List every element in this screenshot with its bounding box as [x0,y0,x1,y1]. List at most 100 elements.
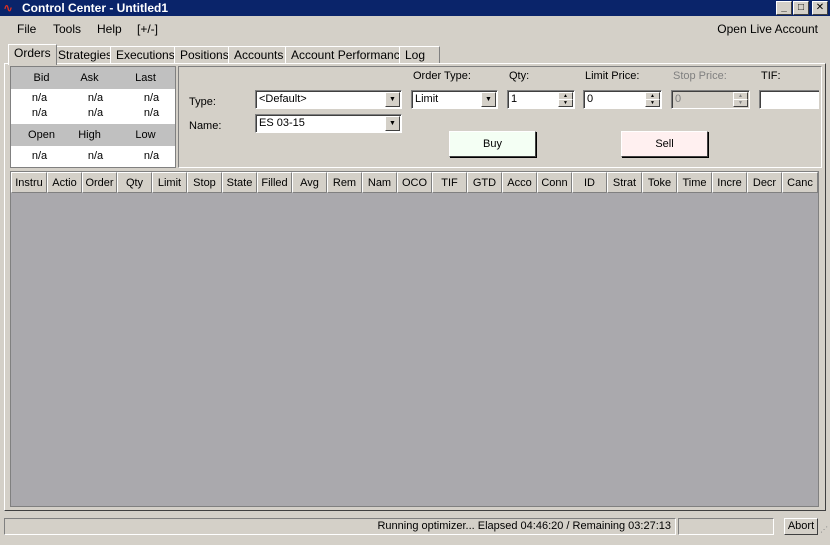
quote-header-bid-ask-last: Bid Ask Last [11,67,175,89]
col-action[interactable]: Actio [47,172,82,193]
title-bar[interactable]: ∿ Control Center - Untitled1 _ □ ✕ [0,0,830,16]
col-increase[interactable]: Incre [712,172,747,193]
quote-values-row: n/a n/a n/a [11,150,175,164]
spin-down-icon[interactable]: ▼ [645,99,660,107]
ask-value: n/a [87,92,104,104]
type-combo[interactable]: <Default> ▼ [255,90,402,109]
col-qty[interactable]: Qty [117,172,152,193]
open-live-account-link[interactable]: Open Live Account [717,22,818,36]
tab-orders[interactable]: Orders [8,44,57,65]
col-id[interactable]: ID [572,172,607,193]
stop-price-value: 0 [675,93,682,105]
col-order-type[interactable]: Order [82,172,117,193]
limit-price-stepper[interactable]: 0 ▲ ▼ [583,90,662,109]
menu-help[interactable]: Help [97,22,122,36]
limit-price-value: 0 [587,93,594,105]
limit-price-spin[interactable]: ▲ ▼ [645,92,660,107]
maximize-button[interactable]: □ [793,1,809,15]
close-button[interactable]: ✕ [812,1,828,15]
resize-grip-icon[interactable]: ⋰ [820,526,828,534]
menu-bar: File Tools Help [+/-] Open Live Account [0,18,830,40]
tif-label: TIF: [761,70,781,82]
quote-header-open-high-low: Open High Low [11,124,175,146]
qty-value: 1 [511,93,518,105]
market-quote-box: Bid Ask Last n/a n/a n/a n/a n/a n/a Ope… [10,66,176,168]
col-decrease[interactable]: Decr [747,172,782,193]
col-limit[interactable]: Limit [152,172,187,193]
tab-strategies[interactable]: Strategies [52,46,119,64]
type-value: <Default> [259,93,307,105]
tab-positions[interactable]: Positions [174,46,235,64]
sell-button[interactable]: Sell [621,131,708,157]
buy-button[interactable]: Buy [449,131,536,157]
abort-button[interactable]: Abort [784,518,818,535]
col-cancel[interactable]: Canc [782,172,818,193]
col-instrument[interactable]: Instru [11,172,47,193]
col-remaining[interactable]: Rem [327,172,362,193]
col-token[interactable]: Toke [642,172,677,193]
minimize-button[interactable]: _ [776,1,792,15]
menu-tools[interactable]: Tools [53,22,81,36]
col-name[interactable]: Nam [362,172,397,193]
status-bar: Running optimizer... Elapsed 04:46:20 / … [0,516,830,538]
col-filled[interactable]: Filled [257,172,292,193]
tab-executions[interactable]: Executions [110,46,181,64]
control-center-window: ∿ Control Center - Untitled1 _ □ ✕ File … [0,0,830,545]
order-type-combo[interactable]: Limit ▼ [411,90,498,109]
ninja-logo-icon: ∿ [3,1,14,15]
stop-price-label: Stop Price: [673,70,727,82]
low-value: n/a [143,150,160,162]
bid-size-value: n/a [31,107,48,119]
ask-header: Ask [80,72,99,84]
quote-values-row: n/a n/a n/a [11,107,175,121]
bid-header: Bid [33,72,50,84]
status-panel-empty [678,518,774,535]
col-stop[interactable]: Stop [187,172,222,193]
qty-stepper[interactable]: 1 ▲ ▼ [507,90,575,109]
order-type-value: Limit [415,93,439,105]
col-strategy[interactable]: Strat [607,172,642,193]
high-value: n/a [87,150,104,162]
qty-spin[interactable]: ▲ ▼ [558,92,573,107]
window-title: Control Center - Untitled1 [22,1,168,15]
tab-account-performance[interactable]: Account Performance [285,46,413,64]
open-header: Open [28,129,55,141]
col-oco[interactable]: OCO [397,172,432,193]
type-label: Type: [189,96,216,108]
col-tif[interactable]: TIF [432,172,467,193]
chevron-down-icon[interactable]: ▼ [481,92,496,107]
col-avg[interactable]: Avg [292,172,327,193]
spin-down-icon[interactable]: ▼ [558,99,573,107]
bid-value: n/a [31,92,48,104]
stop-price-spin: ▲ ▼ [733,92,748,107]
tab-strip: Orders Strategies Executions Positions A… [4,44,824,65]
order-type-label: Order Type: [413,70,471,82]
tif-combo[interactable] [759,90,819,109]
col-gtd[interactable]: GTD [467,172,502,193]
spin-down-icon: ▼ [733,99,748,107]
stop-price-stepper: 0 ▲ ▼ [671,90,750,109]
menu-toggle[interactable]: [+/-] [137,22,158,36]
ask-size-value: n/a [87,107,104,119]
col-connection[interactable]: Conn [537,172,572,193]
tab-accounts[interactable]: Accounts [228,46,290,64]
high-header: High [78,129,101,141]
grid-header: Instru Actio Order Qty Limit Stop State … [11,172,818,193]
chevron-down-icon[interactable]: ▼ [385,116,400,131]
col-account[interactable]: Acco [502,172,537,193]
menu-file[interactable]: File [17,22,36,36]
open-value: n/a [31,150,48,162]
quote-values-row: n/a n/a n/a [11,92,175,106]
instrument-name-value: ES 03-15 [259,117,305,129]
instrument-name-combo[interactable]: ES 03-15 ▼ [255,114,402,133]
orders-grid[interactable]: Instru Actio Order Qty Limit Stop State … [10,171,819,507]
chevron-down-icon[interactable]: ▼ [385,92,400,107]
qty-label: Qty: [509,70,530,82]
tab-log[interactable]: Log [399,46,440,64]
last-header: Last [135,72,156,84]
col-state[interactable]: State [222,172,257,193]
limit-price-label: Limit Price: [585,70,640,82]
last-value: n/a [143,92,160,104]
col-time[interactable]: Time [677,172,712,193]
status-message: Running optimizer... Elapsed 04:46:20 / … [4,518,676,535]
